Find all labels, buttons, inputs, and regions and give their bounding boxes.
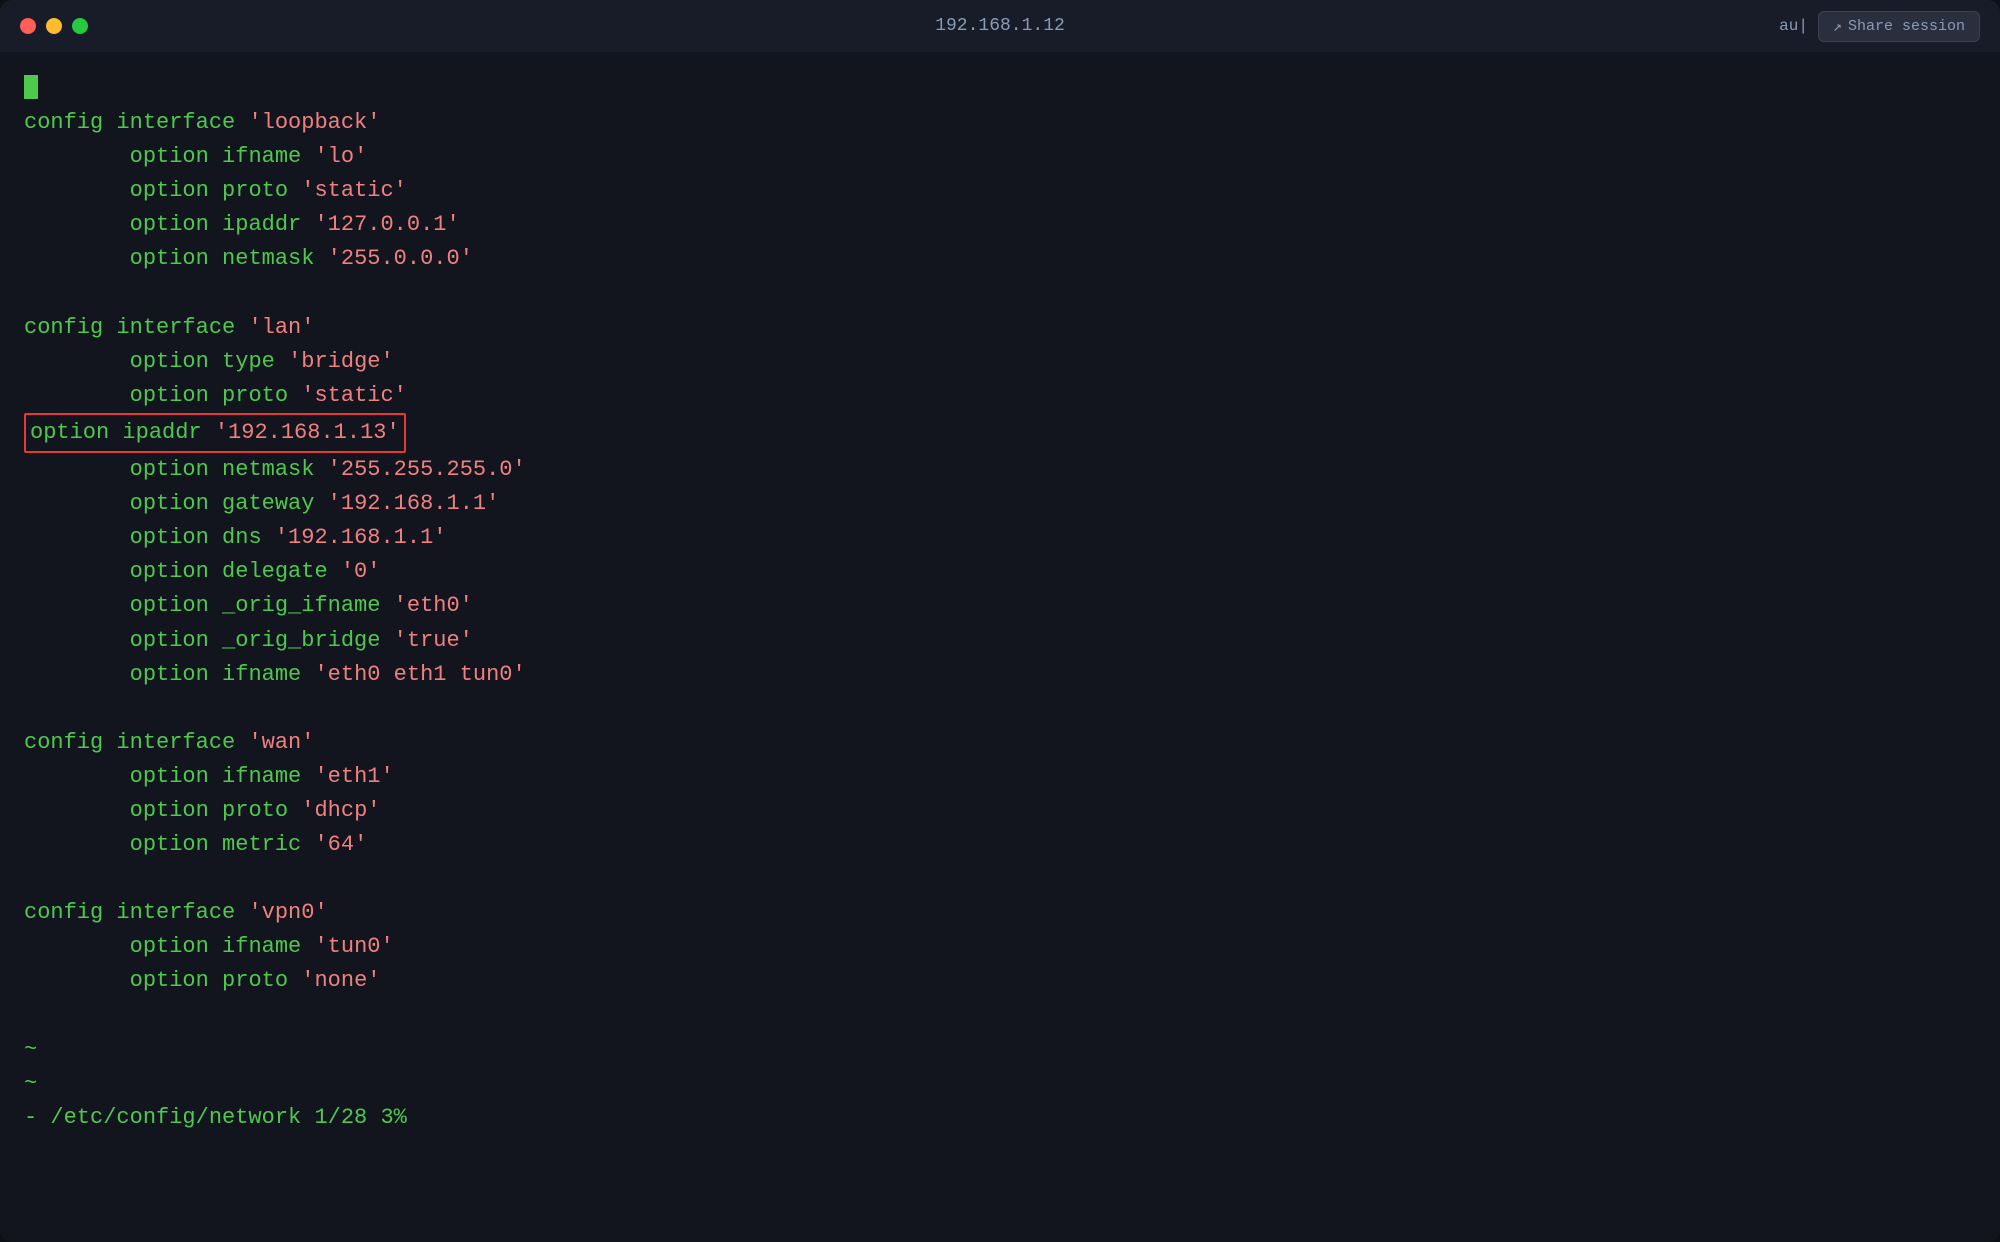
opt-gateway: option gateway '192.168.1.1' <box>24 487 1976 521</box>
share-session-button[interactable]: ↗ Share session <box>1818 11 1980 42</box>
minimize-button[interactable] <box>46 18 62 34</box>
config-loopback: config interface 'loopback' <box>24 106 1976 140</box>
titlebar: 192.168.1.12 au| ↗ Share session <box>0 0 2000 52</box>
titlebar-right: au| ↗ Share session <box>1779 11 1980 42</box>
opt-ifname-eth0: option ifname 'eth0 eth1 tun0' <box>24 658 1976 692</box>
status-line: - /etc/config/network 1/28 3% <box>24 1101 1976 1135</box>
user-badge: au| <box>1779 17 1808 35</box>
window-title: 192.168.1.12 <box>935 16 1065 36</box>
opt-type-bridge: option type 'bridge' <box>24 345 1976 379</box>
config-lan: config interface 'lan' <box>24 311 1976 345</box>
tilde1: ~ <box>24 1033 1976 1067</box>
opt-delegate: option delegate '0' <box>24 555 1976 589</box>
opt-ifname-lo: option ifname 'lo' <box>24 140 1976 174</box>
blank2 <box>24 277 1976 311</box>
opt-proto-none: option proto 'none' <box>24 964 1976 998</box>
config-wan: config interface 'wan' <box>24 726 1976 760</box>
close-button[interactable] <box>20 18 36 34</box>
opt-proto-static2: option proto 'static' <box>24 379 1976 413</box>
blank4 <box>24 862 1976 896</box>
terminal-content: config interface 'loopback' option ifnam… <box>0 52 2000 1242</box>
opt-ipaddr-127: option ipaddr '127.0.0.1' <box>24 208 1976 242</box>
opt-ifname-tun0: option ifname 'tun0' <box>24 930 1976 964</box>
share-label: Share session <box>1848 18 1965 35</box>
maximize-button[interactable] <box>72 18 88 34</box>
cursor-line <box>24 72 1976 106</box>
opt-proto-dhcp: option proto 'dhcp' <box>24 794 1976 828</box>
opt-orig-bridge: option _orig_bridge 'true' <box>24 624 1976 658</box>
traffic-lights <box>20 18 88 34</box>
blank5 <box>24 999 1976 1033</box>
opt-metric: option metric '64' <box>24 828 1976 862</box>
opt-netmask-255: option netmask '255.255.255.0' <box>24 453 1976 487</box>
config-vpn0: config interface 'vpn0' <box>24 896 1976 930</box>
opt-ipaddr-highlighted: option ipaddr '192.168.1.13' <box>24 413 1976 453</box>
tilde2: ~ <box>24 1067 1976 1101</box>
cursor <box>24 75 38 99</box>
terminal-window: 192.168.1.12 au| ↗ Share session config … <box>0 0 2000 1242</box>
opt-dns: option dns '192.168.1.1' <box>24 521 1976 555</box>
opt-netmask-0: option netmask '255.0.0.0' <box>24 242 1976 276</box>
opt-proto-static1: option proto 'static' <box>24 174 1976 208</box>
opt-orig-ifname: option _orig_ifname 'eth0' <box>24 589 1976 623</box>
share-icon: ↗ <box>1833 17 1842 36</box>
blank3 <box>24 692 1976 726</box>
opt-ifname-eth1: option ifname 'eth1' <box>24 760 1976 794</box>
